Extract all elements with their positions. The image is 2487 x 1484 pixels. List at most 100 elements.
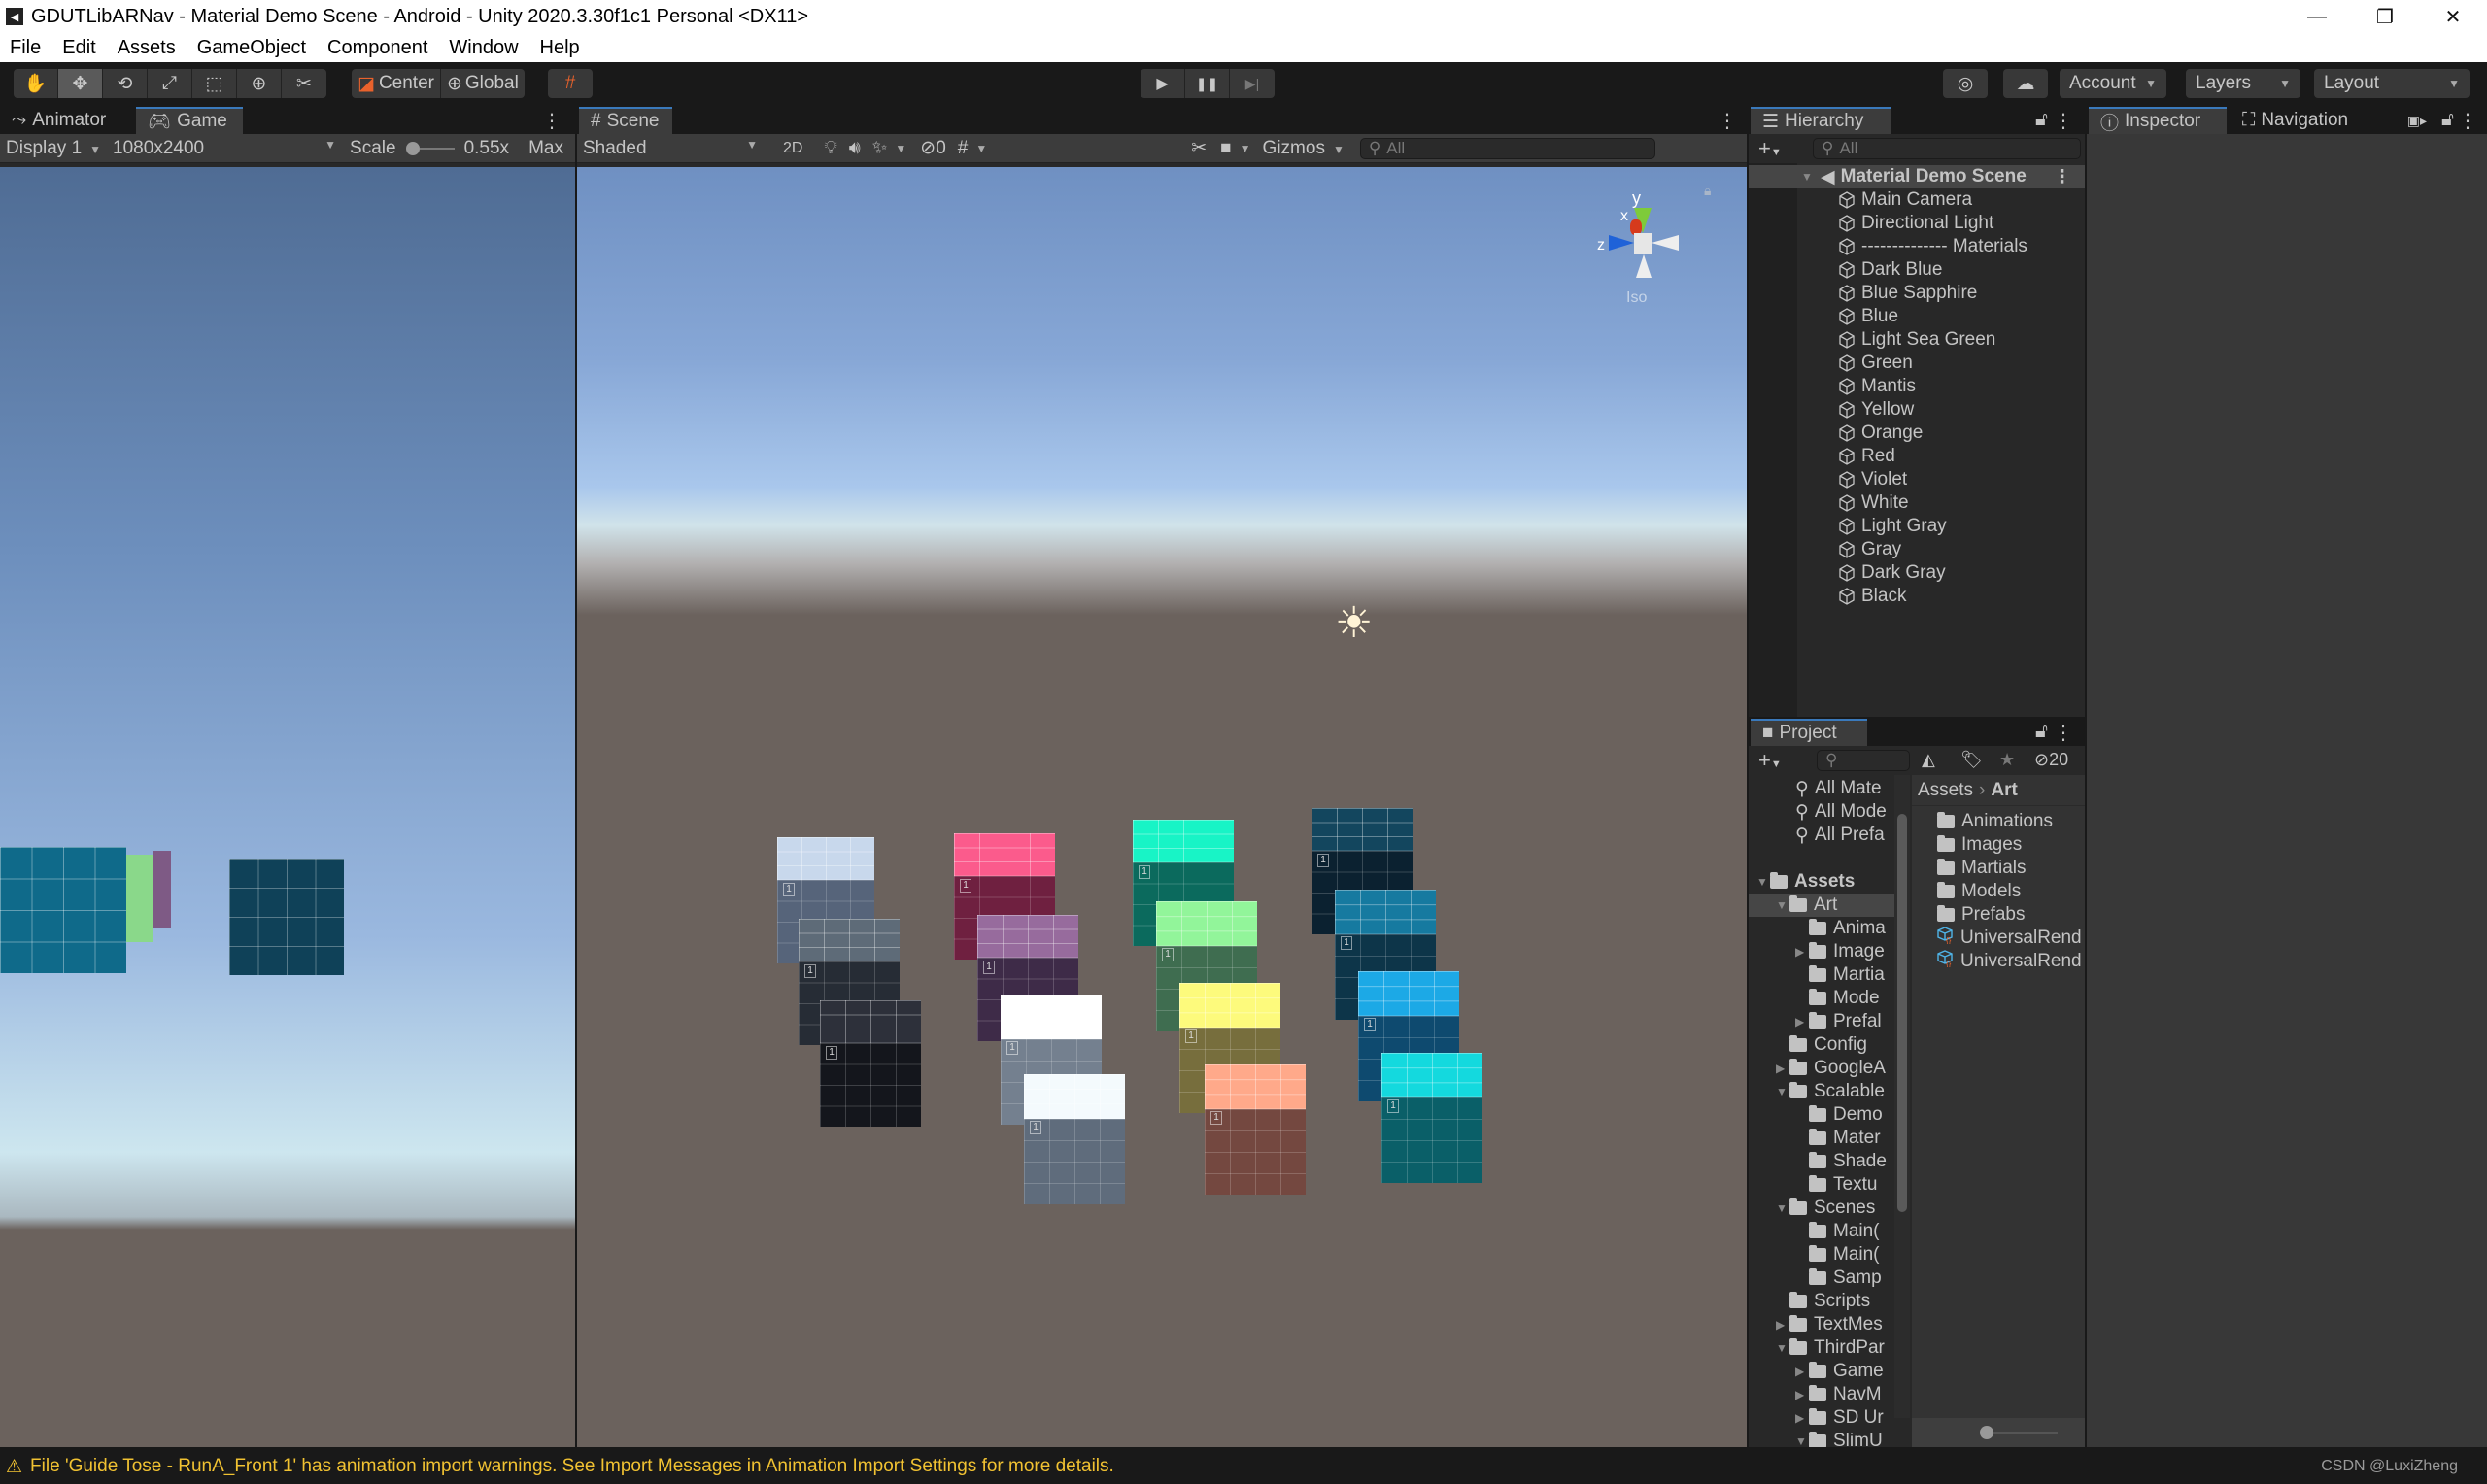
maximize-on-play-toggle[interactable]: Max (528, 138, 563, 159)
menu-component[interactable]: Component (327, 37, 427, 59)
game-viewport[interactable] (0, 167, 575, 1447)
custom-tool-icon[interactable]: ✂ (282, 69, 326, 98)
scene-root[interactable]: ▼ ◀ Material Demo Scene ⋮ (1749, 165, 2085, 188)
scale-tool-icon[interactable]: ⤢ (148, 69, 192, 98)
hierarchy-item[interactable]: Black (1749, 585, 2085, 608)
breadcrumb-assets[interactable]: Assets (1918, 780, 1973, 801)
debug-mode-icon[interactable]: ▣▸ (2407, 113, 2427, 129)
menu-gameobject[interactable]: GameObject (197, 37, 306, 59)
grid-toggle-icon[interactable]: # (958, 138, 969, 159)
collapsed-arrow-icon[interactable]: ▶ (1795, 945, 1809, 959)
expanded-arrow-icon[interactable]: ▼ (1776, 1341, 1789, 1355)
create-button[interactable]: +▼ (1758, 748, 1782, 773)
camera-icon[interactable]: ■ (1220, 138, 1231, 159)
project-tree-item[interactable]: Textu (1749, 1173, 1898, 1197)
project-tree-item[interactable]: Scripts (1749, 1290, 1898, 1313)
more-options-icon[interactable]: ⋮ (2054, 721, 2073, 745)
icon-size-slider[interactable] (1993, 1432, 2058, 1434)
rect-tool-icon[interactable]: ⬚ (192, 69, 237, 98)
directional-light-icon[interactable]: ☀ (1335, 602, 1373, 645)
create-button[interactable]: +▼ (1758, 136, 1782, 161)
expand-arrow-icon[interactable]: ▼ (1801, 170, 1815, 184)
step-button[interactable]: ▶| (1230, 69, 1275, 98)
hidden-packages-toggle[interactable]: ⊘20 (2034, 750, 2068, 770)
menu-assets[interactable]: Assets (118, 37, 176, 59)
project-tree-item[interactable]: Anima (1749, 917, 1898, 940)
collapsed-arrow-icon[interactable]: ▶ (1776, 1318, 1789, 1332)
icon-size-slider-thumb[interactable] (1980, 1426, 1993, 1439)
hierarchy-search-input[interactable]: ⚲ All (1813, 138, 2081, 159)
projection-label[interactable]: Iso (1626, 289, 1647, 307)
tab-game[interactable]: 🎮︎ Game (136, 107, 243, 134)
project-tree-item[interactable]: ▼ Scalable (1749, 1080, 1898, 1103)
project-file-item[interactable]: Animations (1912, 810, 2085, 833)
more-options-icon[interactable]: ⋮ (2458, 109, 2477, 133)
chevron-down-icon[interactable]: ▼ (975, 142, 987, 155)
hierarchy-item[interactable]: Yellow (1749, 398, 2085, 422)
menu-help[interactable]: Help (540, 37, 580, 59)
hierarchy-item[interactable]: Orange (1749, 422, 2085, 445)
project-file-item[interactable]: Martials (1912, 857, 2085, 880)
project-file-item[interactable]: Prefabs (1912, 903, 2085, 927)
grid-snap-icon[interactable]: # (548, 69, 593, 98)
project-tree-item[interactable]: Shade (1749, 1150, 1898, 1173)
scene-cube-green[interactable]: 1 (1381, 1053, 1482, 1183)
toggle-2d-button[interactable]: 2D (783, 140, 802, 157)
close-button[interactable]: ✕ (2419, 0, 2487, 33)
project-tree-item[interactable]: ▼ Scenes (1749, 1197, 1898, 1220)
move-tool-icon[interactable]: ✥ (58, 69, 103, 98)
chevron-down-icon[interactable]: ▼ (1240, 142, 1251, 155)
project-tree-item[interactable]: ▼ SlimU (1749, 1430, 1898, 1447)
scene-cube-orange[interactable]: 1 (1205, 1064, 1306, 1195)
hierarchy-item[interactable]: Directional Light (1749, 212, 2085, 235)
layers-dropdown[interactable]: Layers ▼ (2186, 69, 2300, 98)
scene-cube-dark-gray[interactable]: 1 (1024, 1074, 1125, 1204)
status-message[interactable]: File 'Guide Tose - RunA_Front 1' has ani… (30, 1456, 1114, 1477)
project-tree-item[interactable]: Martia (1749, 963, 1898, 987)
rotate-tool-icon[interactable]: ⟲ (103, 69, 148, 98)
project-tree-item[interactable]: ▶ NavM (1749, 1383, 1898, 1406)
maximize-button[interactable]: ❐ (2351, 0, 2419, 33)
hidden-objects-toggle[interactable]: ⊘0 (920, 137, 946, 159)
collab-icon[interactable]: ◎ (1943, 69, 1988, 98)
project-tree-item[interactable]: ▶ Image (1749, 940, 1898, 963)
expanded-arrow-icon[interactable]: ▼ (1795, 1434, 1809, 1447)
project-tree-item[interactable]: Config (1749, 1033, 1898, 1057)
lock-icon[interactable]: 🔓︎ (2035, 721, 2048, 743)
play-button[interactable]: ▶ (1141, 69, 1185, 98)
z-axis-cone[interactable] (1609, 235, 1634, 251)
scene-cube-black[interactable]: 1 (820, 1000, 921, 1127)
favorite-search[interactable]: ⚲ All Mode (1749, 800, 1898, 824)
pivot-global-button[interactable]: ⊕ Global (441, 69, 525, 98)
expanded-arrow-icon[interactable]: ▼ (1756, 875, 1770, 889)
favorite-star-icon[interactable]: ★ (1999, 750, 2015, 770)
tab-inspector[interactable]: ⓘ Inspector (2089, 107, 2227, 134)
project-tree-item[interactable]: ▶ GoogleA (1749, 1057, 1898, 1080)
resolution-dropdown[interactable]: 1080x2400 ▼ (113, 138, 336, 159)
chevron-down-icon[interactable]: ▼ (895, 142, 906, 155)
more-options-icon[interactable]: ⋮ (2053, 166, 2071, 188)
hierarchy-item[interactable]: Blue (1749, 305, 2085, 328)
tab-project[interactable]: ■ Project (1751, 719, 1867, 746)
hierarchy-item[interactable]: Blue Sapphire (1749, 282, 2085, 305)
pause-button[interactable]: ❚❚ (1185, 69, 1230, 98)
effects-toggle-icon[interactable]: ✨︎ (872, 138, 888, 159)
menu-file[interactable]: File (10, 37, 41, 59)
gizmos-dropdown[interactable]: Gizmos ▼ (1263, 138, 1345, 159)
tree-scrollbar[interactable] (1894, 775, 1910, 1418)
project-tree-item[interactable]: Samp (1749, 1266, 1898, 1290)
favorite-search[interactable]: ⚲ All Mate (1749, 777, 1898, 800)
cloud-icon[interactable]: ☁ (2003, 69, 2048, 98)
project-tree-item[interactable]: ▼ Assets (1749, 870, 1898, 894)
project-file-item[interactable]: {} UniversalRend (1912, 927, 2085, 950)
hierarchy-item[interactable]: Gray (1749, 538, 2085, 561)
hierarchy-item[interactable]: Light Gray (1749, 515, 2085, 538)
neg-y-axis-cone[interactable] (1636, 254, 1652, 278)
hierarchy-item[interactable]: White (1749, 491, 2085, 515)
expanded-arrow-icon[interactable]: ▼ (1776, 898, 1789, 912)
hierarchy-item[interactable]: Violet (1749, 468, 2085, 491)
minimize-button[interactable]: — (2283, 0, 2351, 33)
more-options-icon[interactable]: ⋮ (2054, 109, 2073, 133)
draw-mode-dropdown[interactable]: Shaded ▼ (583, 138, 758, 159)
project-file-item[interactable]: Models (1912, 880, 2085, 903)
